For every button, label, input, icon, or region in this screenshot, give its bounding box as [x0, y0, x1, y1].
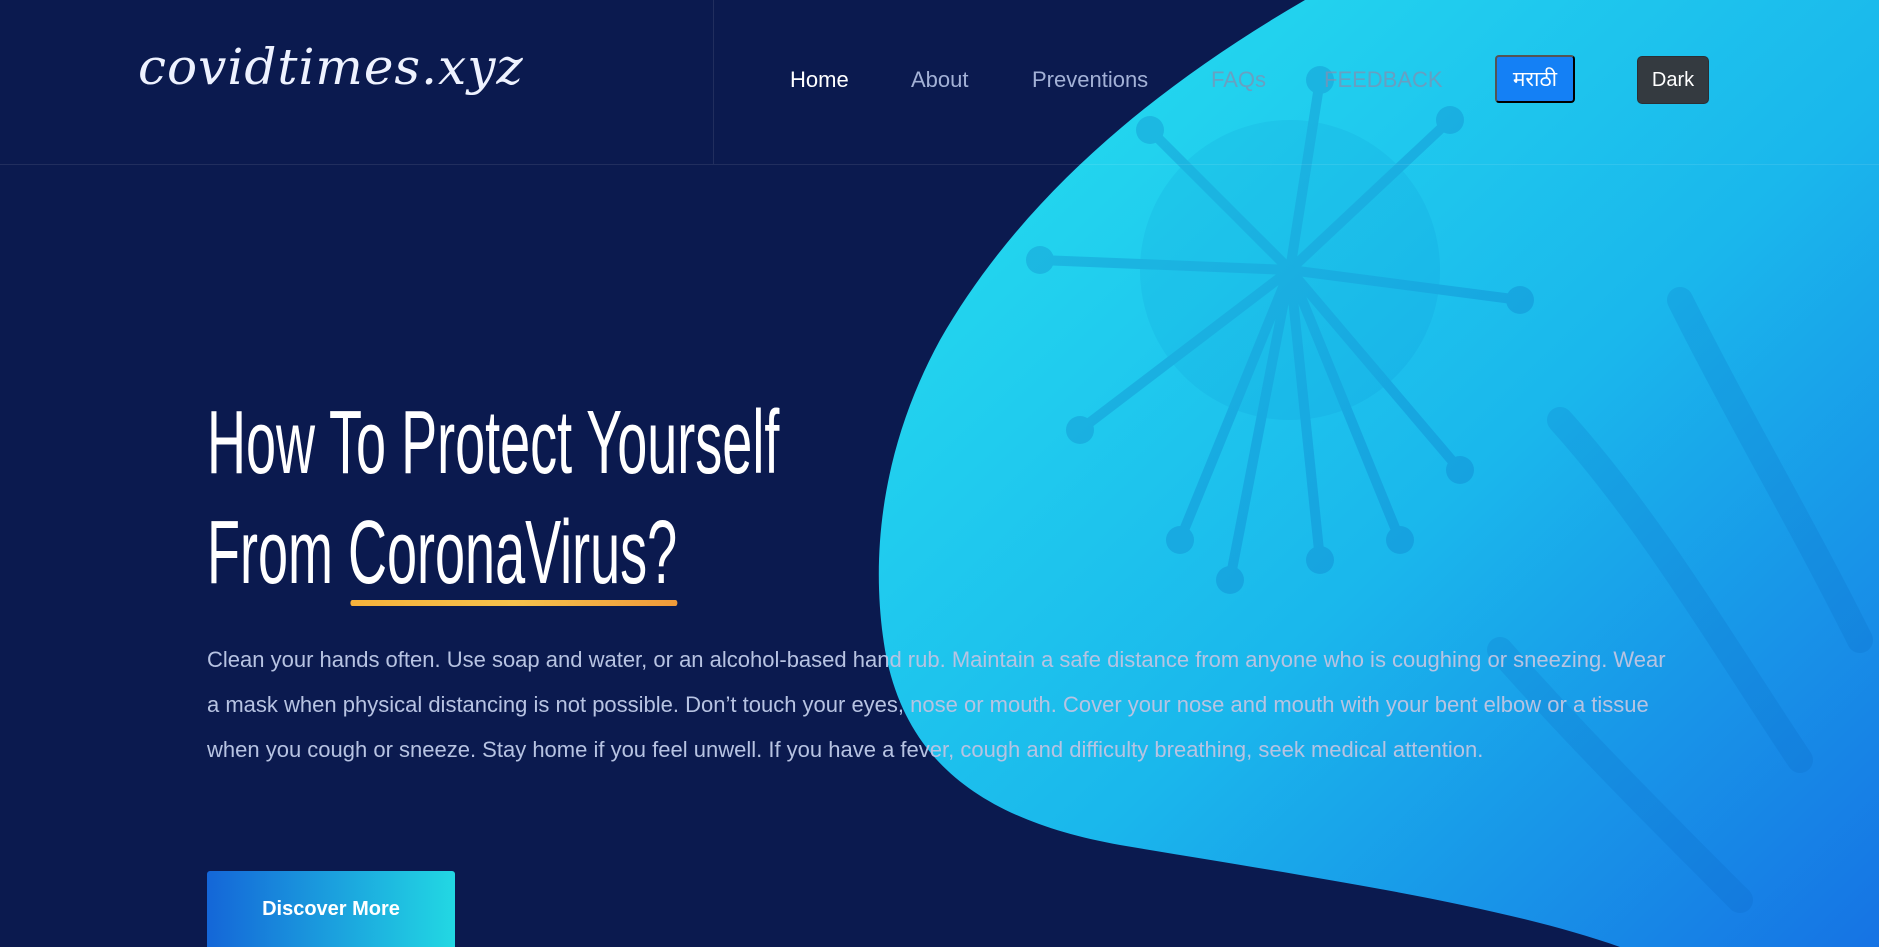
nav-about[interactable]: About	[911, 68, 969, 92]
language-toggle-button[interactable]: मराठी	[1495, 55, 1575, 103]
site-logo[interactable]: covidtimes.xyz	[138, 42, 524, 92]
site-header: covidtimes.xyz Home About Preventions FA…	[0, 0, 1879, 165]
hero-title-prefix: From	[207, 503, 348, 603]
discover-more-button[interactable]: Discover More	[207, 871, 455, 947]
hero-description: Clean your hands often. Use soap and wat…	[207, 647, 1666, 762]
hero-title-line-1: How To Protect Yourself	[207, 393, 780, 493]
header-divider	[713, 0, 714, 164]
nav-home[interactable]: Home	[790, 68, 849, 92]
hero-title-highlight: CoronaVirus?	[348, 498, 677, 608]
hero-title-line-2: From CoronaVirus?	[207, 498, 779, 608]
nav-faqs[interactable]: FAQs	[1211, 68, 1266, 92]
hero-title: How To Protect Yourself From CoronaVirus…	[207, 388, 779, 608]
nav-feedback[interactable]: FEEDBACK	[1324, 68, 1443, 92]
dark-mode-button[interactable]: Dark	[1637, 56, 1709, 104]
nav-preventions[interactable]: Preventions	[1032, 68, 1148, 92]
